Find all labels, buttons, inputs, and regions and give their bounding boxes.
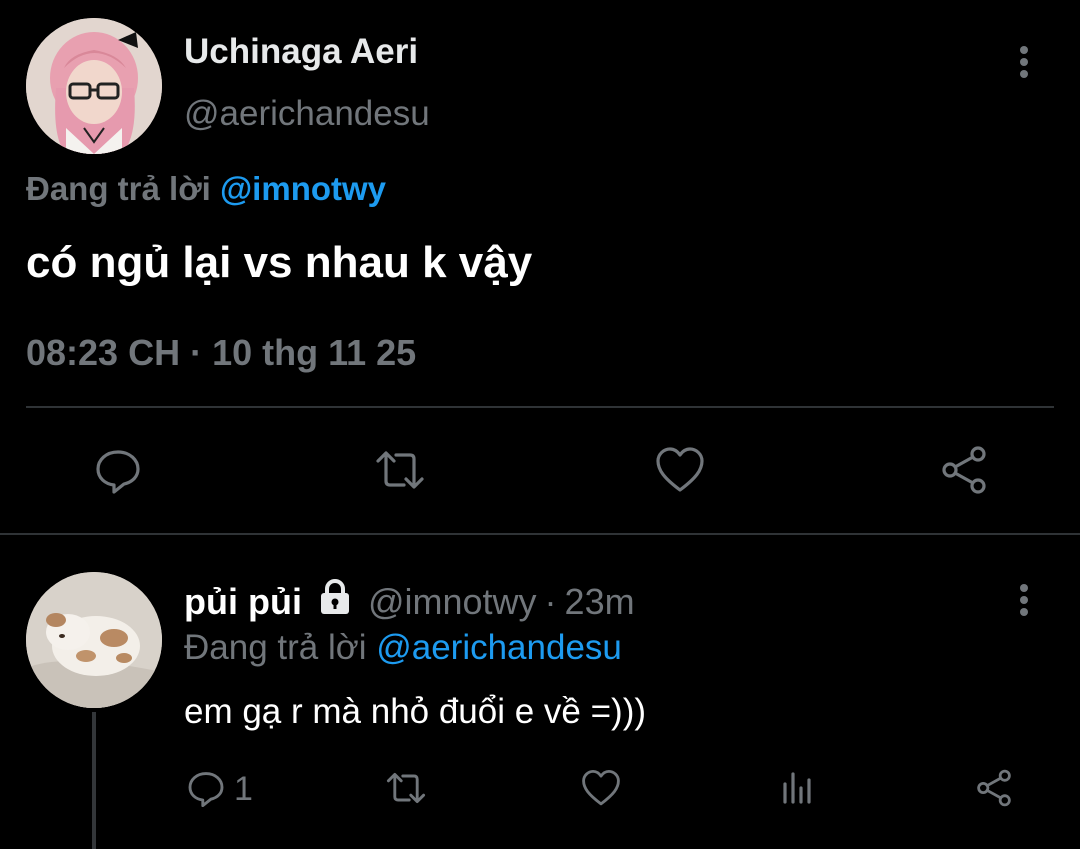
- retweet-icon[interactable]: [380, 766, 432, 810]
- share-icon[interactable]: [934, 440, 994, 500]
- share-icon[interactable]: [972, 766, 1016, 810]
- time[interactable]: 23m: [565, 581, 635, 623]
- avatar-image: [26, 572, 162, 708]
- tweet-text: em gạ r mà nhỏ đuổi e về =))): [184, 692, 647, 731]
- avatar-image: [26, 18, 162, 154]
- reply-count: 1: [234, 770, 253, 808]
- reply-icon[interactable]: [184, 766, 228, 810]
- handle[interactable]: @aerichandesu: [184, 94, 430, 134]
- timestamp[interactable]: 08:23 CH · 10 thg 11 25: [26, 332, 416, 374]
- display-name[interactable]: Uchinaga Aeri: [184, 32, 418, 72]
- reply-header: pủi pủi @imnotwy · 23m: [184, 578, 635, 625]
- dot-separator: ·: [544, 580, 557, 622]
- replying-to-link[interactable]: @imnotwy: [220, 170, 386, 207]
- handle[interactable]: @imnotwy: [368, 581, 537, 623]
- views-icon[interactable]: [776, 766, 820, 810]
- replying-to-line: Đang trả lời @aerichandesu: [184, 628, 622, 668]
- section-divider: [0, 533, 1080, 535]
- replying-prefix: Đang trả lời: [26, 170, 211, 207]
- tweet-text: có ngủ lại vs nhau k vậy: [26, 238, 533, 287]
- lock-icon: [316, 578, 354, 625]
- like-icon[interactable]: [650, 440, 710, 500]
- display-name[interactable]: pủi pủi: [184, 581, 302, 623]
- like-icon[interactable]: [578, 766, 624, 810]
- reply-icon[interactable]: [88, 440, 148, 500]
- divider: [26, 406, 1054, 408]
- retweet-icon[interactable]: [368, 440, 432, 500]
- avatar[interactable]: [26, 18, 162, 154]
- thread-line: [92, 712, 96, 849]
- replying-to-link[interactable]: @aerichandesu: [376, 628, 622, 667]
- more-vertical-icon[interactable]: [1004, 580, 1044, 620]
- more-vertical-icon[interactable]: [1004, 40, 1044, 84]
- replying-to-line: Đang trả lời @imnotwy: [26, 170, 386, 208]
- replying-prefix: Đang trả lời: [184, 628, 367, 667]
- avatar[interactable]: [26, 572, 162, 708]
